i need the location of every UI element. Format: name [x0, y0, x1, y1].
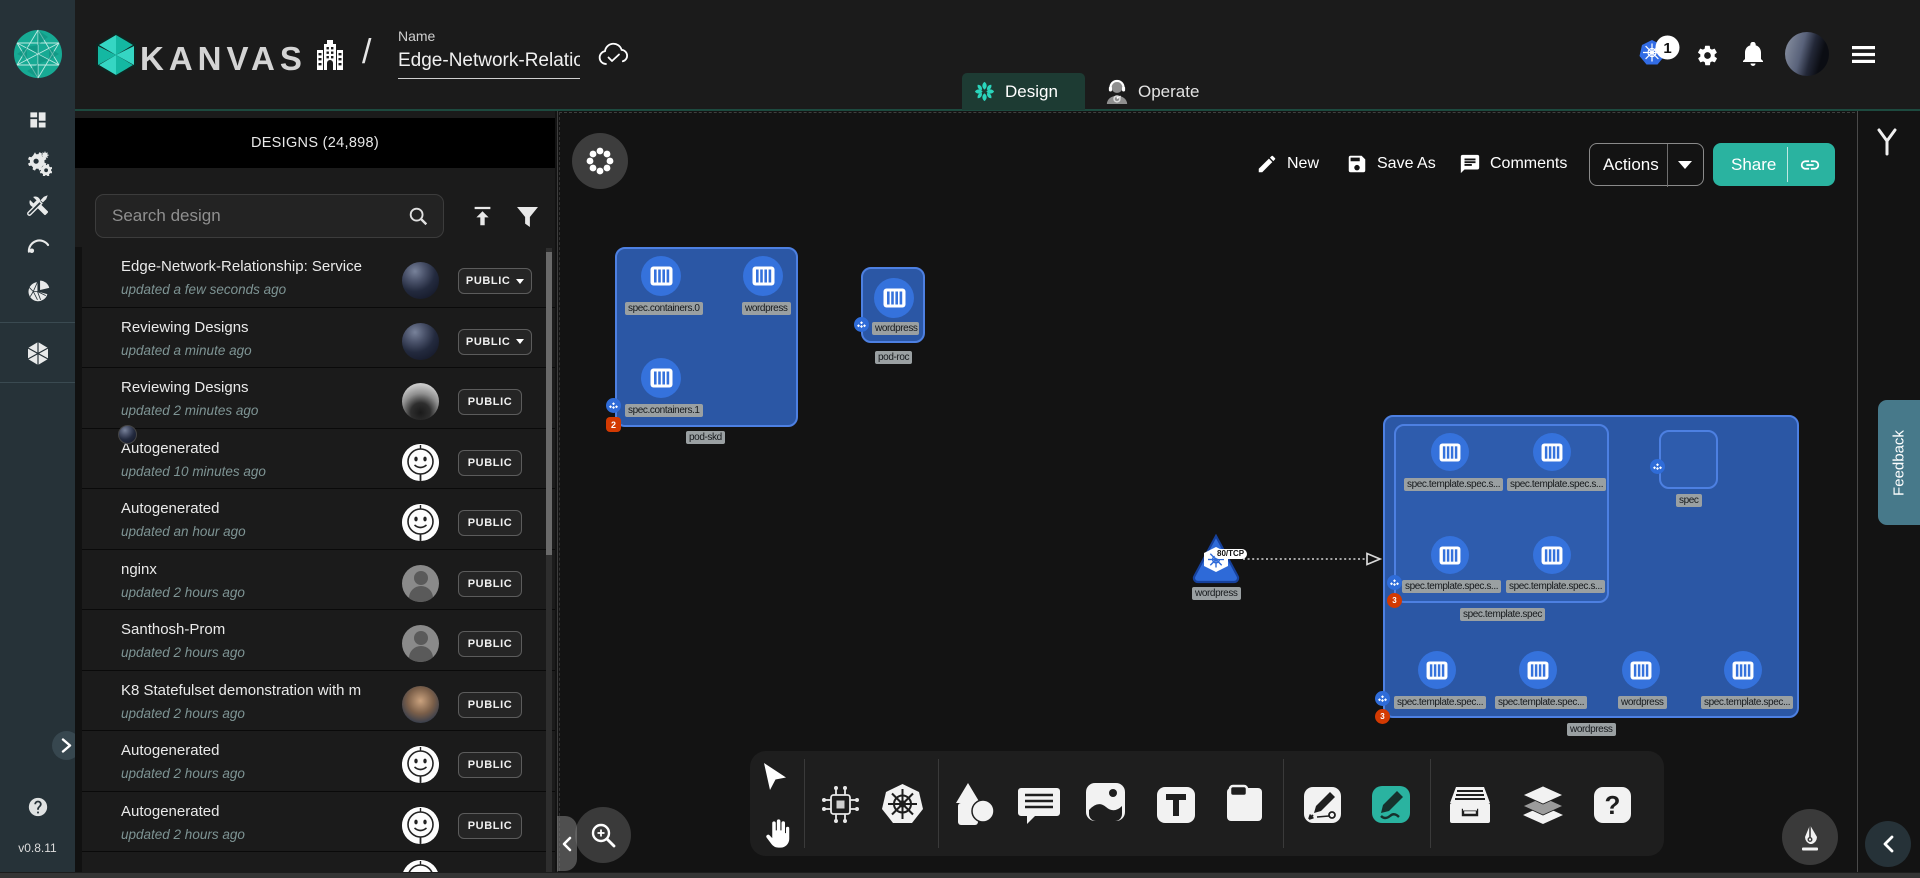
svg-text:1: 1	[1663, 40, 1671, 57]
svg-text:?: ?	[1605, 790, 1621, 820]
